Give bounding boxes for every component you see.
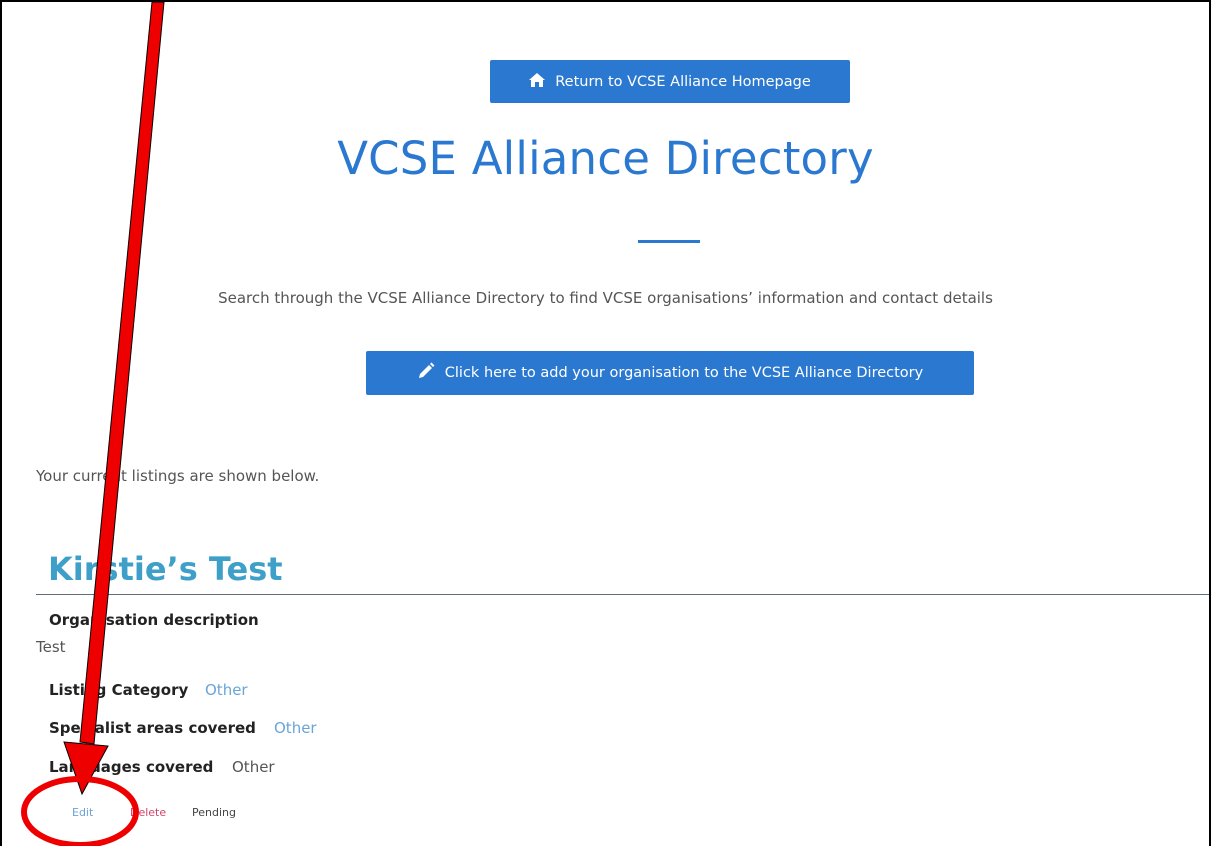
listing-divider bbox=[36, 594, 1209, 595]
pencil-icon bbox=[417, 362, 435, 384]
status-label: Pending bbox=[192, 806, 236, 819]
languages-value: Other bbox=[232, 758, 275, 776]
listings-intro: Your current listings are shown below. bbox=[36, 467, 320, 485]
category-label: Listing Category bbox=[49, 681, 189, 699]
add-organisation-label: Click here to add your organisation to t… bbox=[444, 365, 924, 381]
return-home-label: Return to VCSE Alliance Homepage bbox=[555, 73, 811, 90]
edit-link[interactable]: Edit bbox=[72, 806, 93, 819]
delete-link[interactable]: Delete bbox=[130, 806, 166, 819]
specialist-areas-link[interactable]: Other bbox=[274, 719, 317, 737]
annotation-arrow bbox=[79, 2, 165, 745]
description-label: Organisation description bbox=[49, 611, 259, 629]
home-icon bbox=[529, 72, 546, 91]
page-subtitle: Search through the VCSE Alliance Directo… bbox=[218, 289, 993, 307]
description-value: Test bbox=[36, 638, 66, 656]
category-link[interactable]: Other bbox=[205, 681, 248, 699]
languages-label: Languages covered bbox=[49, 758, 214, 776]
specialist-areas-label: Specialist areas covered bbox=[49, 719, 256, 737]
page-frame: Return to VCSE Alliance Homepage VCSE Al… bbox=[0, 0, 1211, 846]
page-title: VCSE Alliance Directory bbox=[337, 132, 874, 185]
add-organisation-button[interactable]: Click here to add your organisation to t… bbox=[366, 351, 974, 395]
return-home-button[interactable]: Return to VCSE Alliance Homepage bbox=[490, 60, 850, 103]
title-divider bbox=[638, 240, 700, 243]
listing-title: Kirstie’s Test bbox=[48, 550, 283, 588]
